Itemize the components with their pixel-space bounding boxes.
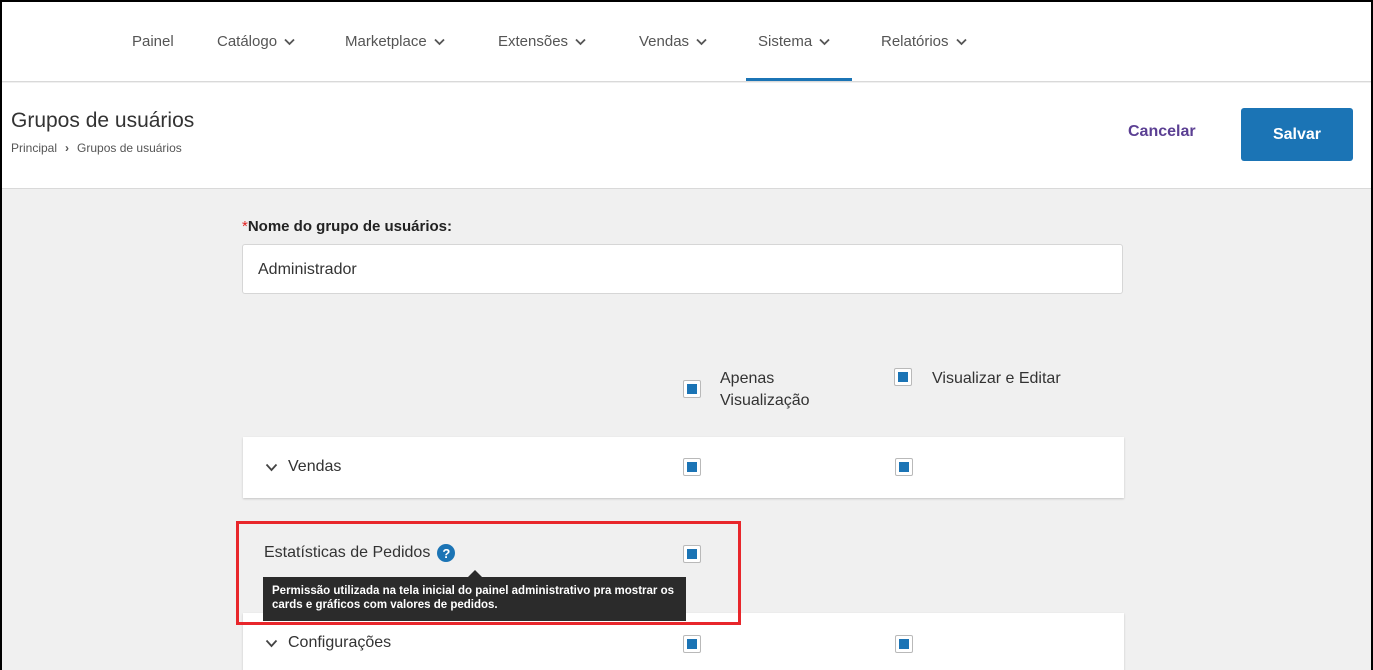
highlight-annotation-box	[236, 521, 741, 625]
save-button[interactable]: Salvar	[1241, 108, 1353, 161]
column-header-view-only: Apenas Visualização	[720, 370, 810, 409]
section-label: Configurações	[288, 634, 392, 651]
section-toggle-configuracoes[interactable]: Configurações	[265, 634, 391, 652]
app-frame: Painel Catálogo Marketplace Extensões Ve…	[0, 0, 1373, 670]
cancel-button[interactable]: Cancelar	[1128, 123, 1196, 141]
nav-item-label: Sistema	[758, 33, 813, 50]
chevron-down-icon	[819, 38, 830, 45]
group-name-label: *Nome do grupo de usuários:	[242, 218, 452, 235]
chevron-down-icon	[575, 38, 586, 45]
breadcrumb-separator-icon: ›	[65, 141, 70, 155]
vendas-view-only-checkbox[interactable]	[683, 458, 701, 476]
section-toggle-vendas[interactable]: Vendas	[265, 458, 341, 476]
nav-item-painel[interactable]: Painel	[132, 33, 174, 50]
nav-item-marketplace[interactable]: Marketplace	[345, 33, 445, 50]
nav-item-vendas[interactable]: Vendas	[639, 33, 707, 50]
breadcrumb: Principal › Grupos de usuários	[11, 141, 182, 155]
nav-item-label: Extensões	[498, 33, 569, 50]
column-header-view-edit: Visualizar e Editar	[932, 370, 1061, 387]
nav-active-indicator	[746, 78, 852, 81]
configuracoes-view-edit-checkbox[interactable]	[895, 635, 913, 653]
breadcrumb-item-principal[interactable]: Principal	[11, 141, 57, 155]
vendas-view-edit-checkbox[interactable]	[895, 458, 913, 476]
select-all-view-edit-checkbox[interactable]	[894, 368, 912, 386]
chevron-down-icon	[434, 38, 445, 45]
nav-item-sistema[interactable]: Sistema	[758, 33, 830, 50]
chevron-down-icon	[696, 38, 707, 45]
group-name-input[interactable]: Administrador	[242, 244, 1123, 294]
chevron-down-icon	[955, 38, 967, 45]
chevron-down-icon	[265, 463, 278, 471]
nav-item-label: Catálogo	[217, 33, 278, 50]
nav-item-catalogo[interactable]: Catálogo	[217, 33, 295, 50]
section-label: Vendas	[288, 458, 342, 475]
nav-item-extensoes[interactable]: Extensões	[498, 33, 586, 50]
nav-item-label: Painel	[132, 33, 174, 50]
configuracoes-view-only-checkbox[interactable]	[683, 635, 701, 653]
select-all-view-only-checkbox[interactable]	[683, 380, 701, 398]
nav-item-label: Marketplace	[345, 33, 427, 50]
nav-item-label: Relatórios	[881, 33, 949, 50]
page-header: Grupos de usuários Principal › Grupos de…	[2, 83, 1371, 189]
top-navigation: Painel Catálogo Marketplace Extensões Ve…	[2, 2, 1371, 82]
nav-item-relatorios[interactable]: Relatórios	[881, 33, 967, 50]
chevron-down-icon	[265, 639, 278, 647]
nav-item-label: Vendas	[639, 33, 690, 50]
page-title: Grupos de usuários	[11, 109, 195, 132]
breadcrumb-item-current: Grupos de usuários	[77, 141, 182, 155]
chevron-down-icon	[284, 38, 295, 45]
group-name-label-text: Nome do grupo de usuários:	[247, 218, 453, 235]
